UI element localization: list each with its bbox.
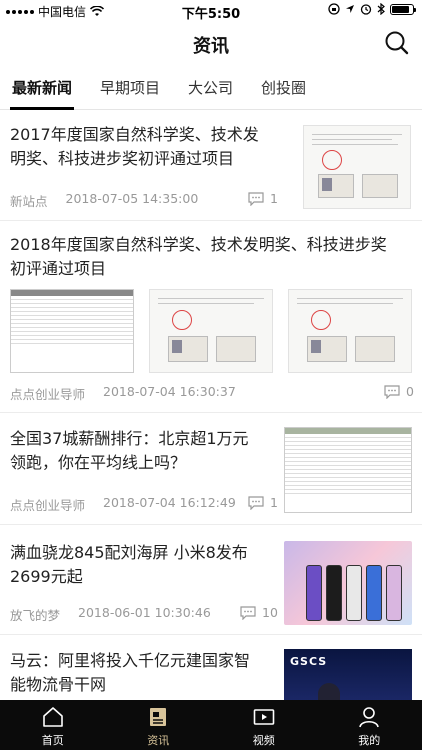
tabbar-label: 视频 (252, 734, 275, 747)
comment-number: 1 (270, 191, 278, 206)
news-thumbnail (10, 289, 134, 373)
category-tabs: 最新新闻 早期项目 大公司 创投圈 (0, 72, 422, 110)
tabbar-video[interactable]: 视频 (211, 700, 317, 750)
page-title: 资讯 (193, 36, 229, 57)
news-source: 新站点 (10, 194, 48, 209)
news-title-line: 明奖、科技进步奖初评通过项目 (10, 149, 235, 168)
news-title-line: 满血骁龙845配刘海屏 小米8发布 (10, 543, 248, 562)
news-source: 放飞的梦 (10, 608, 61, 623)
comment-number: 10 (262, 605, 278, 620)
tab-early-projects[interactable]: 早期项目 (100, 72, 160, 110)
video-icon (253, 709, 275, 725)
news-item[interactable]: 全国37城薪酬排行：北京超1万元 领跑，你在平均线上吗？ 点点创业导师 2018… (0, 413, 422, 525)
news-meta: 点点创业导师 2018-07-04 16:30:37 (10, 384, 236, 403)
tabbar-home[interactable]: 首页 (0, 700, 106, 750)
comment-count[interactable]: 1 (248, 495, 278, 510)
news-meta: 新站点 2018-07-05 14:35:00 (10, 191, 198, 210)
news-source: 点点创业导师 (10, 387, 86, 402)
news-title-line: 2018年度国家自然科学奖、技术发明奖、科技进步奖 (10, 235, 387, 254)
home-icon (42, 707, 63, 727)
comment-number: 1 (270, 495, 278, 510)
nav-bar: 资讯 (0, 22, 422, 64)
tabbar-label: 资讯 (147, 734, 170, 747)
news-thumbnail (149, 289, 273, 373)
news-time: 2018-07-04 16:12:49 (103, 495, 236, 510)
comment-icon (240, 605, 256, 620)
news-title-line: 马云：阿里将投入千亿元建国家智 (10, 651, 251, 670)
tabbar-news[interactable]: 资讯 (106, 700, 212, 750)
location-icon (346, 5, 354, 13)
alarm-icon (360, 4, 372, 15)
news-item[interactable]: 2018年度国家自然科学奖、技术发明奖、科技进步奖 初评通过项目 点点创业导师 … (0, 221, 422, 413)
news-time: 2018-06-01 10:30:46 (78, 605, 211, 620)
news-item[interactable]: 满血骁龙845配刘海屏 小米8发布 2699元起 放飞的梦 2018-06-01… (0, 525, 422, 635)
news-thumbnail (284, 427, 412, 513)
news-title-line: 全国37城薪酬排行：北京超1万元 (10, 429, 249, 448)
news-title-line: 初评通过项目 (10, 259, 107, 278)
search-button[interactable] (382, 28, 412, 58)
tab-big-companies[interactable]: 大公司 (188, 72, 233, 110)
event-logo: GSCS (290, 655, 328, 668)
rotation-lock-icon (328, 3, 340, 15)
bluetooth-icon (377, 3, 385, 15)
news-time: 2018-07-05 14:35:00 (65, 191, 199, 206)
battery-level (392, 5, 409, 13)
tab-latest-news[interactable]: 最新新闻 (9, 72, 75, 110)
news-title: 满血骁龙845配刘海屏 小米8发布 2699元起 (10, 541, 248, 589)
news-title: 2017年度国家自然科学奖、技术发 明奖、科技进步奖初评通过项目 (10, 123, 259, 171)
news-title-line: 能物流骨干网 (10, 675, 107, 694)
news-item[interactable]: 马云：阿里将投入千亿元建国家智 能物流骨干网 GSCS (0, 635, 422, 700)
bottom-tab-bar: 首页 资讯 视频 我的 (0, 700, 422, 750)
comment-count[interactable]: 0 (384, 384, 414, 399)
news-title: 全国37城薪酬排行：北京超1万元 领跑，你在平均线上吗？ (10, 427, 249, 475)
comment-icon (248, 191, 264, 206)
status-right (328, 3, 416, 15)
news-thumbnail (284, 541, 412, 625)
news-feed: 2017年度国家自然科学奖、技术发 明奖、科技进步奖初评通过项目 新站点 201… (0, 111, 422, 700)
news-item[interactable]: 2017年度国家自然科学奖、技术发 明奖、科技进步奖初评通过项目 新站点 201… (0, 111, 422, 221)
news-title-line: 领跑，你在平均线上吗？ (10, 453, 187, 472)
tabbar-profile[interactable]: 我的 (317, 700, 422, 750)
tabbar-label: 我的 (358, 734, 381, 747)
search-icon (385, 31, 409, 55)
profile-icon (359, 707, 380, 728)
news-thumbnail (303, 125, 411, 209)
news-source: 点点创业导师 (10, 498, 86, 513)
comment-count[interactable]: 10 (240, 605, 278, 620)
tabbar-label: 首页 (41, 734, 64, 747)
tab-vc-circle[interactable]: 创投圈 (261, 72, 306, 110)
news-title: 2018年度国家自然科学奖、技术发明奖、科技进步奖 初评通过项目 (10, 233, 387, 281)
status-bar: 中国电信 下午5:50 (0, 0, 422, 22)
news-time: 2018-07-04 16:30:37 (103, 384, 236, 399)
comment-number: 0 (406, 384, 414, 399)
news-title: 马云：阿里将投入千亿元建国家智 能物流骨干网 (10, 649, 250, 697)
news-meta: 点点创业导师 2018-07-04 16:12:49 (10, 495, 236, 514)
comment-count[interactable]: 1 (248, 191, 278, 206)
news-icon (150, 708, 167, 726)
comment-icon (248, 495, 264, 510)
news-title-line: 2017年度国家自然科学奖、技术发 (10, 125, 259, 144)
news-title-line: 2699元起 (10, 567, 83, 586)
comment-icon (384, 384, 400, 399)
news-meta: 放飞的梦 2018-06-01 10:30:46 (10, 605, 211, 624)
news-thumbnail: GSCS (284, 649, 412, 700)
battery-icon (390, 3, 416, 15)
news-thumbnail (288, 289, 412, 373)
